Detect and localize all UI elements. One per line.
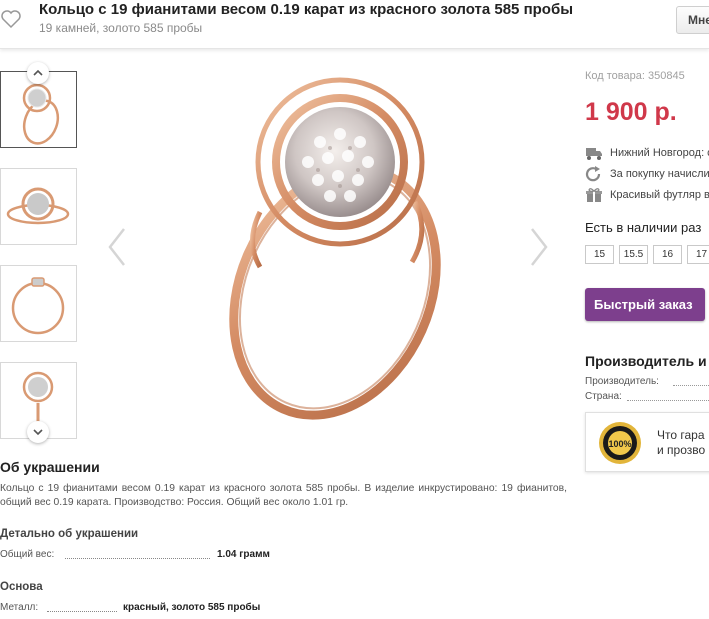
metal-label: Металл: <box>0 602 39 613</box>
thumbnail-strip <box>0 62 80 443</box>
weight-value: 1.04 грамм <box>217 549 270 560</box>
dotted-leader <box>627 400 709 401</box>
refresh-icon <box>585 166 601 182</box>
delivery-text: Нижний Новгород: с <box>610 147 709 159</box>
size-option[interactable]: 16 <box>653 245 682 264</box>
manufacturer-label: Производитель: <box>585 376 659 387</box>
product-title: Кольцо с 19 фианитами весом 0.19 карат и… <box>39 1 574 18</box>
about-description: Кольцо с 19 фианитами весом 0.19 карат и… <box>0 483 567 508</box>
truck-icon <box>586 148 602 160</box>
favorite-heart-icon[interactable] <box>0 8 22 30</box>
dotted-leader <box>47 611 117 612</box>
metal-value: красный, золото 585 пробы <box>123 602 261 613</box>
country-label: Страна: <box>585 391 622 402</box>
thumbnail-2[interactable] <box>0 168 77 245</box>
seal-text: 100% <box>608 439 631 449</box>
details-title: Детально об украшении <box>0 528 139 540</box>
chevron-right-icon <box>531 228 548 266</box>
ring-image <box>229 77 441 420</box>
about-title: Об украшении <box>0 459 100 475</box>
manufacturer-title: Производитель и <box>585 353 707 369</box>
menu-button[interactable]: Мне <box>676 6 709 34</box>
gift-box-text: Красивый футляр в <box>610 189 709 201</box>
manufacturer-row: Производитель: <box>585 376 709 387</box>
dotted-leader <box>65 558 210 559</box>
thumbnail-3[interactable] <box>0 265 77 342</box>
next-image-arrow[interactable] <box>528 227 550 267</box>
chevron-left-icon <box>108 228 125 266</box>
guarantee-text: Что гара и прозво <box>657 428 705 458</box>
thumbnails-up-button[interactable] <box>27 62 49 84</box>
weight-label: Общий вес: <box>0 549 55 560</box>
product-subtitle: 19 камней, золото 585 пробы <box>39 21 203 35</box>
quick-order-button[interactable]: Быстрый заказ <box>585 288 705 321</box>
size-option[interactable]: 15 <box>585 245 614 264</box>
dotted-leader <box>673 385 709 386</box>
main-product-image <box>100 62 560 432</box>
product-header: Кольцо с 19 фианитами весом 0.19 карат и… <box>0 0 709 49</box>
weight-row: Общий вес: 1.04 грамм <box>0 549 290 563</box>
guarantee-seal-icon: 100% <box>599 422 641 464</box>
thumbnails-down-button[interactable] <box>27 421 49 443</box>
guarantee-banner[interactable]: 100% Что гара и прозво <box>585 412 709 472</box>
size-option[interactable]: 17 <box>687 245 709 264</box>
availability-label: Есть в наличии раз <box>585 220 702 235</box>
chevron-up-icon <box>33 69 43 76</box>
prev-image-arrow[interactable] <box>106 227 128 267</box>
chevron-down-icon <box>33 429 43 436</box>
country-row: Страна: <box>585 391 709 402</box>
product-sku: Код товара: 350845 <box>585 70 685 82</box>
bonus-text: За покупку начисли <box>610 168 709 180</box>
guarantee-line-2: и прозво <box>657 443 706 457</box>
guarantee-line-1: Что гара <box>657 428 705 442</box>
gift-icon <box>586 188 602 202</box>
product-price: 1 900 р. <box>585 98 677 126</box>
metal-row: Металл: красный, золото 585 пробы <box>0 602 320 616</box>
base-title: Основа <box>0 581 43 593</box>
size-option[interactable]: 15.5 <box>619 245 648 264</box>
